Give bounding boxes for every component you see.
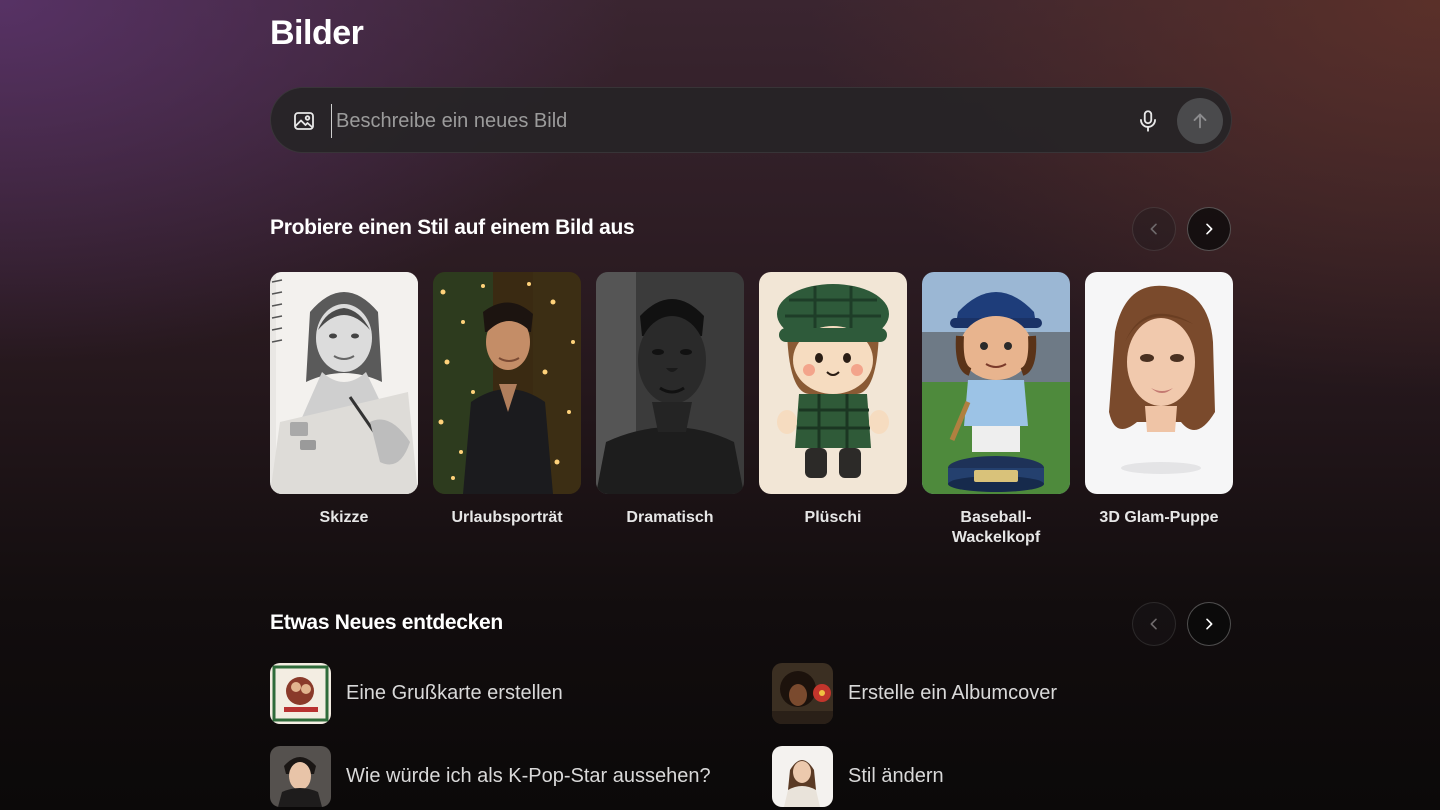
- chevron-left-icon: [1150, 618, 1157, 630]
- prompt-input[interactable]: [331, 104, 1116, 138]
- style-card-dramatic[interactable]: Dramatisch: [596, 272, 744, 528]
- discover-item-label: Stil ändern: [848, 764, 944, 787]
- kpop-star-thumbnail: [270, 745, 331, 807]
- image-icon[interactable]: [292, 109, 316, 133]
- styles-section-title: Probiere einen Stil auf einem Bild aus: [270, 216, 635, 239]
- album-cover-thumbnail: [772, 662, 833, 724]
- style-card-label: Baseball-Wackelkopf: [951, 509, 1041, 546]
- style-card-label: Urlaubsporträt: [451, 509, 563, 526]
- style-card-label: Plüschi: [804, 509, 862, 526]
- styles-next-button[interactable]: [1187, 207, 1231, 251]
- chevron-right-icon: [1206, 618, 1213, 630]
- baseball-bobblehead-thumbnail: [922, 272, 1070, 494]
- style-card-baseball-bobblehead[interactable]: Baseball-Wackelkopf: [922, 272, 1070, 548]
- discover-prev-button[interactable]: [1132, 602, 1176, 646]
- change-style-thumbnail: [772, 745, 833, 807]
- discover-item-album-cover[interactable]: Erstelle ein Albumcover: [772, 662, 1057, 724]
- chevron-right-icon: [1206, 223, 1213, 235]
- style-card-3d-glam-doll[interactable]: 3D Glam-Puppe: [1085, 272, 1233, 528]
- greeting-card-thumbnail: [270, 662, 331, 724]
- glam-doll-thumbnail: [1085, 272, 1233, 494]
- page-title: Bilder: [270, 14, 364, 52]
- discover-item-change-style[interactable]: Stil ändern: [772, 745, 944, 807]
- styles-prev-button[interactable]: [1132, 207, 1176, 251]
- chevron-left-icon: [1150, 223, 1157, 235]
- style-card-holiday-portrait[interactable]: Urlaubsporträt: [433, 272, 581, 528]
- discover-item-label: Wie würde ich als K-Pop-Star aussehen?: [346, 764, 711, 787]
- style-card-label: Dramatisch: [626, 509, 714, 526]
- prompt-bar[interactable]: [270, 87, 1232, 153]
- microphone-icon[interactable]: [1135, 108, 1161, 134]
- style-card-list: Skizze Urlaubsporträt Dramatisch Plüschi…: [270, 272, 1233, 562]
- holiday-portrait-thumbnail: [433, 272, 581, 494]
- send-button[interactable]: [1177, 98, 1223, 144]
- images-page: Bilder Probiere einen Stil auf eine: [270, 0, 1233, 810]
- discover-item-label: Erstelle ein Albumcover: [848, 681, 1057, 704]
- style-card-plush[interactable]: Plüschi: [759, 272, 907, 528]
- style-card-label: Skizze: [319, 509, 369, 526]
- arrow-up-icon: [1193, 113, 1207, 129]
- discover-section-title: Etwas Neues entdecken: [270, 611, 503, 634]
- style-card-sketch[interactable]: Skizze: [270, 272, 418, 528]
- discover-item-label: Eine Grußkarte erstellen: [346, 681, 563, 704]
- style-card-label: 3D Glam-Puppe: [1099, 509, 1219, 526]
- dramatic-thumbnail: [596, 272, 744, 494]
- plush-thumbnail: [759, 272, 907, 494]
- sketch-thumbnail: [270, 272, 418, 494]
- discover-item-greeting-card[interactable]: Eine Grußkarte erstellen: [270, 662, 563, 724]
- discover-item-kpop-star[interactable]: Wie würde ich als K-Pop-Star aussehen?: [270, 745, 711, 807]
- discover-next-button[interactable]: [1187, 602, 1231, 646]
